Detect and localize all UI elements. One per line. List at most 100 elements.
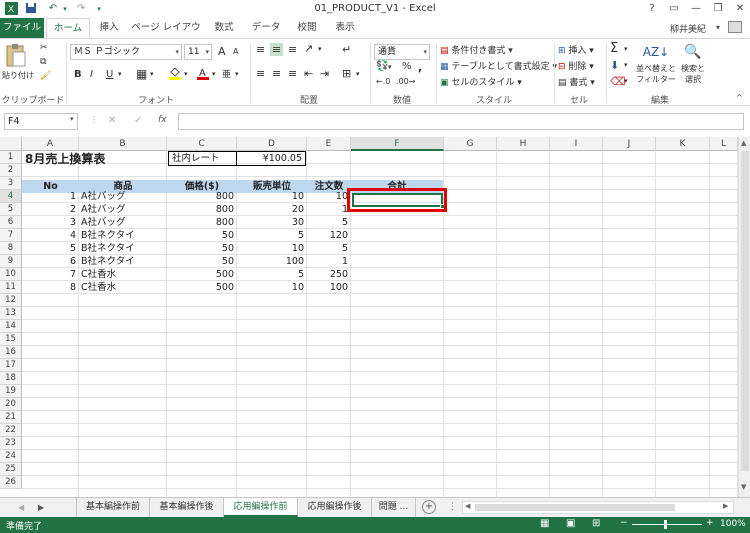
row-header-17[interactable]: 17 <box>0 359 22 372</box>
select-all-corner[interactable] <box>0 137 22 151</box>
row-header-2[interactable]: 2 <box>0 164 22 177</box>
decrease-decimal-icon[interactable]: .00→ <box>396 77 415 86</box>
copy-icon[interactable]: ⧉ <box>40 57 46 67</box>
column-header-i[interactable]: I <box>550 137 603 151</box>
font-color-icon[interactable]: A <box>196 66 210 83</box>
fill-dropdown-icon[interactable]: ▾ <box>624 61 628 69</box>
align-middle-icon[interactable]: ≡ <box>270 43 284 56</box>
find-select-button[interactable]: 🔍 検索と 選択 <box>678 41 708 89</box>
row-header-15[interactable]: 15 <box>0 333 22 346</box>
italic-button[interactable]: I <box>90 69 93 80</box>
cell-product[interactable]: B社ネクタイ <box>79 242 167 255</box>
cell-unit[interactable]: 10 <box>237 242 307 255</box>
tab-insert[interactable]: 挿入 <box>92 18 126 38</box>
avatar[interactable] <box>728 21 742 33</box>
column-header-e[interactable]: E <box>307 137 351 151</box>
orientation-dropdown-icon[interactable]: ▾ <box>318 45 322 53</box>
sheet-tab-basic-after[interactable]: 基本編操作後 <box>150 498 224 517</box>
insert-cells-button[interactable]: ⊞ 挿入 ▾ <box>558 43 594 56</box>
user-dropdown-icon[interactable]: ▾ <box>716 23 720 32</box>
tab-view[interactable]: 表示 <box>328 18 362 38</box>
cell-product[interactable]: A社バッグ <box>79 216 167 229</box>
horizontal-scrollbar[interactable]: ◀ ▶ <box>462 501 734 514</box>
cell-price[interactable]: 800 <box>167 216 237 229</box>
borders-dropdown-icon[interactable]: ▾ <box>150 70 154 78</box>
add-sheet-icon[interactable]: + <box>422 500 436 514</box>
format-painter-icon[interactable]: 🖌 <box>40 71 51 81</box>
fill-color-icon[interactable] <box>168 66 182 83</box>
page-break-preview-icon[interactable]: ⊞ <box>592 518 600 529</box>
cell-price[interactable]: 800 <box>167 190 237 203</box>
scroll-up-icon[interactable]: ▲ <box>741 139 746 147</box>
collapse-ribbon-icon[interactable]: ^ <box>736 93 743 102</box>
decrease-indent-icon[interactable]: ⇤ <box>304 67 313 80</box>
vertical-scrollbar[interactable]: ▲ ▼ <box>738 137 750 497</box>
column-header-g[interactable]: G <box>444 137 497 151</box>
scroll-down-icon[interactable]: ▼ <box>741 483 746 491</box>
row-header-13[interactable]: 13 <box>0 307 22 320</box>
cell-qty[interactable]: 10 <box>307 190 351 203</box>
sheet-title[interactable]: 8月売上換算表 <box>25 152 105 166</box>
scroll-left-icon[interactable]: ◀ <box>465 502 470 510</box>
wrap-text-icon[interactable]: ↵ <box>342 43 351 56</box>
column-header-l[interactable]: L <box>710 137 738 151</box>
borders-icon[interactable]: ▦ <box>136 67 147 81</box>
cell-qty[interactable]: 1 <box>307 255 351 268</box>
font-name-combo[interactable]: ＭＳ Ｐゴシック ▾ <box>70 44 182 60</box>
grow-font-button[interactable]: A <box>218 45 226 58</box>
column-header-d[interactable]: D <box>237 137 307 151</box>
row-header-16[interactable]: 16 <box>0 346 22 359</box>
sheet-tab-basic-before[interactable]: 基本編操作前 <box>76 498 150 517</box>
close-button[interactable]: ✕ <box>726 1 750 17</box>
row-header-20[interactable]: 20 <box>0 398 22 411</box>
tab-home[interactable]: ホーム <box>46 18 90 38</box>
horizontal-scroll-thumb[interactable] <box>475 504 675 511</box>
cell-unit[interactable]: 10 <box>237 190 307 203</box>
worksheet-grid[interactable]: ABCDEFGHIJKL 1 2 3 4 5 6 7 8 9 10 11 12 13 14 15 16 17 18… <box>0 137 738 497</box>
column-header-b[interactable]: B <box>79 137 167 151</box>
name-box[interactable]: F4 <box>4 113 78 130</box>
increase-decimal-icon[interactable]: ←.0 <box>376 77 390 86</box>
cell-no[interactable]: 2 <box>22 203 79 216</box>
phonetic-guide-icon[interactable]: 亜 <box>222 67 231 80</box>
cell-styles-button[interactable]: ▣ セルのスタイル ▾ <box>440 75 522 88</box>
cell-no[interactable]: 8 <box>22 281 79 294</box>
cell-price[interactable]: 50 <box>167 229 237 242</box>
row-header-10[interactable]: 10 <box>0 268 22 281</box>
cell-product[interactable]: C社香水 <box>79 281 167 294</box>
column-header-c[interactable]: C <box>167 137 237 151</box>
row-header-5[interactable]: 5 <box>0 203 22 216</box>
sort-filter-button[interactable]: AZ↓ 並べ替えと フィルター <box>636 41 676 89</box>
autosum-button[interactable]: Σ <box>610 41 618 56</box>
percent-button[interactable]: % <box>402 61 412 72</box>
cell-unit[interactable]: 30 <box>237 216 307 229</box>
cell-no[interactable]: 1 <box>22 190 79 203</box>
underline-button[interactable]: U <box>106 69 113 80</box>
row-header-25[interactable]: 25 <box>0 463 22 476</box>
cell-unit[interactable]: 5 <box>237 229 307 242</box>
phonetic-dropdown-icon[interactable]: ▾ <box>235 70 239 78</box>
row-header-12[interactable]: 12 <box>0 294 22 307</box>
fill-color-dropdown-icon[interactable]: ▾ <box>184 70 188 78</box>
zoom-level[interactable]: 100% <box>720 519 746 529</box>
cell-price[interactable]: 800 <box>167 203 237 216</box>
page-layout-view-icon[interactable]: ▣ <box>566 518 575 529</box>
fill-icon[interactable]: ⬇ <box>610 59 619 72</box>
tab-data[interactable]: データ <box>246 18 286 38</box>
cell-product[interactable]: C社香水 <box>79 268 167 281</box>
cell-no[interactable]: 4 <box>22 229 79 242</box>
sheet-tab-applied-before[interactable]: 応用編操作前 <box>224 498 298 517</box>
row-header-11[interactable]: 11 <box>0 281 22 294</box>
cell-unit[interactable]: 20 <box>237 203 307 216</box>
cell-price[interactable]: 50 <box>167 242 237 255</box>
accounting-format-icon[interactable]: 💱 <box>376 61 388 72</box>
tab-file[interactable]: ファイル <box>0 18 44 38</box>
align-left-icon[interactable]: ≡ <box>256 67 265 80</box>
orientation-icon[interactable]: ↗ <box>304 42 313 55</box>
insert-function-button[interactable]: fx <box>158 115 167 125</box>
cell-product[interactable]: A社バッグ <box>79 203 167 216</box>
conditional-formatting-button[interactable]: ▤ 条件付き書式 ▾ <box>440 43 513 56</box>
cell-no[interactable]: 3 <box>22 216 79 229</box>
enter-icon[interactable]: ✓ <box>134 115 142 126</box>
row-header-6[interactable]: 6 <box>0 216 22 229</box>
